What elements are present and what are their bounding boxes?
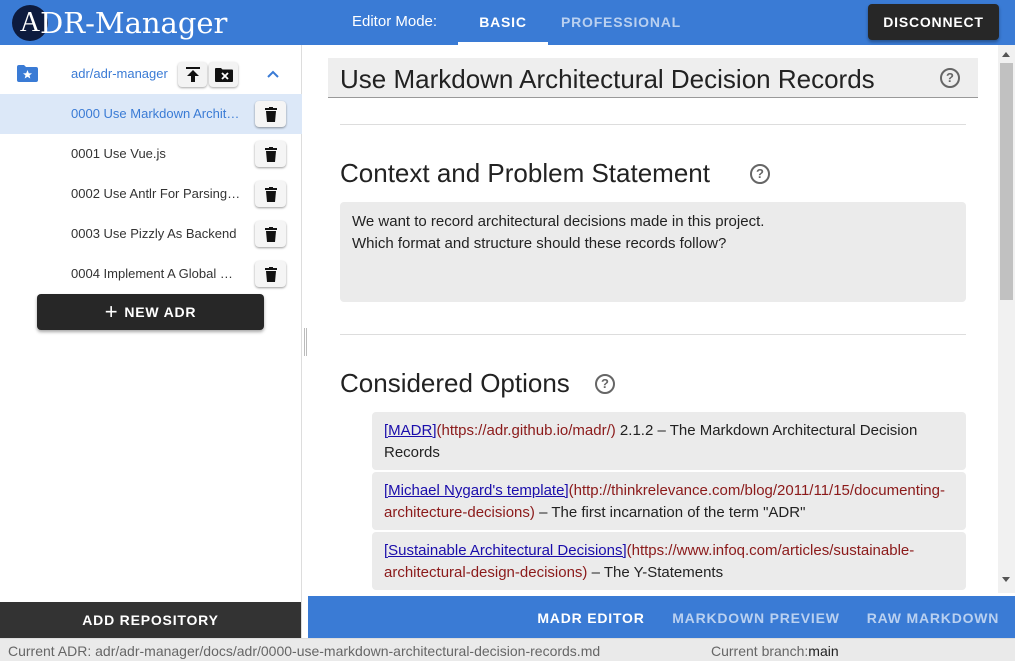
- option-item[interactable]: [Sustainable Architectural Decisions](ht…: [372, 532, 966, 590]
- scrollbar[interactable]: [998, 45, 1015, 593]
- context-line: We want to record architectural decision…: [352, 213, 765, 230]
- current-branch: Current branch:main: [711, 643, 839, 659]
- current-adr-path: Current ADR: adr/adr-manager/docs/adr/00…: [8, 643, 601, 659]
- adr-label[interactable]: 0002 Use Antlr For Parsing ADRs: [71, 186, 241, 201]
- options-heading: Considered Options: [340, 368, 570, 398]
- adr-list-item[interactable]: 0003 Use Pizzly As Backend: [0, 214, 302, 254]
- repo-name[interactable]: adr/adr-manager: [71, 66, 168, 81]
- adr-list-item[interactable]: 0001 Use Vue.js: [0, 134, 302, 174]
- chevron-up-icon[interactable]: [264, 65, 282, 83]
- editor-mode-label: Editor Mode:: [352, 13, 438, 30]
- delete-adr-button[interactable]: [255, 141, 286, 167]
- delete-adr-button[interactable]: [255, 221, 286, 247]
- status-bar: Current ADR: adr/adr-manager/docs/adr/00…: [0, 638, 1015, 661]
- option-text: – The Y-Statements: [587, 564, 724, 581]
- trash-icon: [264, 186, 277, 202]
- push-button[interactable]: [178, 62, 207, 87]
- folder-star-icon: [17, 65, 38, 82]
- adr-label[interactable]: 0000 Use Markdown Architectural Decision…: [71, 106, 241, 121]
- remove-repo-button[interactable]: [209, 62, 238, 87]
- trash-icon: [264, 226, 277, 242]
- logo-text: DR-Manager: [40, 6, 228, 40]
- branch-name: main: [808, 643, 839, 659]
- add-repository-button[interactable]: ADD REPOSITORY: [0, 602, 301, 638]
- help-icon[interactable]: ?: [750, 164, 770, 184]
- delete-adr-button[interactable]: [255, 261, 286, 287]
- mode-tab-basic[interactable]: BASIC: [458, 0, 548, 45]
- trash-icon: [264, 266, 277, 282]
- tab-markdown-preview[interactable]: MARKDOWN PREVIEW: [666, 596, 846, 638]
- delete-adr-button[interactable]: [255, 181, 286, 207]
- context-line: Which format and structure should these …: [352, 235, 727, 252]
- upload-icon: [185, 66, 200, 82]
- app-logo: A DR-Manager: [12, 4, 227, 42]
- context-textarea[interactable]: We want to record architectural decision…: [340, 202, 966, 302]
- trash-icon: [264, 106, 277, 122]
- tab-raw-markdown[interactable]: RAW MARKDOWN: [860, 596, 1006, 638]
- divider: [340, 334, 966, 335]
- scroll-down-arrow-icon[interactable]: [1002, 577, 1010, 582]
- option-item[interactable]: [Michael Nygard's template](http://think…: [372, 472, 966, 530]
- view-tabs: MADR EDITOR MARKDOWN PREVIEW RAW MARKDOW…: [308, 596, 1015, 638]
- delete-adr-button[interactable]: [255, 101, 286, 127]
- adr-title-field[interactable]: Use Markdown Architectural Decision Reco…: [328, 58, 978, 98]
- adr-title[interactable]: Use Markdown Architectural Decision Reco…: [340, 64, 875, 95]
- divider: [340, 124, 966, 125]
- trash-icon: [264, 146, 277, 162]
- help-icon[interactable]: ?: [595, 374, 615, 394]
- app-bar: A DR-Manager Editor Mode: BASIC PROFESSI…: [0, 0, 1015, 45]
- option-text: – The first incarnation of the term "ADR…: [534, 504, 806, 521]
- mode-tab-professional[interactable]: PROFESSIONAL: [548, 0, 694, 45]
- new-adr-button[interactable]: + NEW ADR: [37, 294, 264, 330]
- adr-label[interactable]: 0003 Use Pizzly As Backend: [71, 226, 241, 241]
- option-item[interactable]: [MADR](https://adr.github.io/madr/) 2.1.…: [372, 412, 966, 470]
- tab-madr-editor[interactable]: MADR EDITOR: [522, 596, 660, 638]
- editor-panel: Use Markdown Architectural Decision Reco…: [308, 45, 1015, 593]
- adr-label[interactable]: 0004 Implement A Global Store: [71, 266, 241, 281]
- plus-icon: +: [104, 299, 119, 324]
- scroll-thumb[interactable]: [1000, 63, 1013, 300]
- option-link[interactable]: [MADR]: [384, 422, 437, 439]
- adr-list-item[interactable]: 0002 Use Antlr For Parsing ADRs: [0, 174, 302, 214]
- adr-list-item[interactable]: 0000 Use Markdown Architectural Decision…: [0, 94, 302, 134]
- adr-list-item[interactable]: 0004 Implement A Global Store: [0, 254, 302, 294]
- sidebar: adr/adr-manager 0000 Use Markdown Archit…: [0, 45, 302, 638]
- option-link[interactable]: [Michael Nygard's template]: [384, 482, 569, 499]
- disconnect-button[interactable]: DISCONNECT: [868, 4, 999, 40]
- new-adr-label: NEW ADR: [124, 304, 197, 320]
- repo-header[interactable]: adr/adr-manager: [0, 57, 302, 91]
- option-link[interactable]: [Sustainable Architectural Decisions]: [384, 542, 627, 559]
- scroll-up-arrow-icon[interactable]: [1002, 52, 1010, 57]
- resize-handle[interactable]: [304, 328, 307, 356]
- adr-label[interactable]: 0001 Use Vue.js: [71, 146, 241, 161]
- option-url: (https://adr.github.io/madr/): [436, 422, 616, 439]
- help-icon[interactable]: ?: [940, 68, 960, 88]
- folder-remove-icon: [214, 67, 233, 82]
- context-heading: Context and Problem Statement: [340, 158, 710, 188]
